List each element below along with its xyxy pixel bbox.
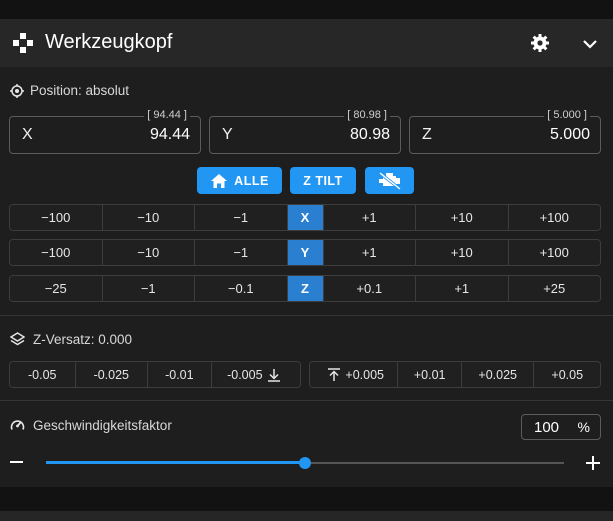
jog-x-minus-10[interactable]: −10 (102, 205, 195, 230)
jog-z-minus-25[interactable]: −25 (10, 276, 103, 301)
z-offset-plus-0-025[interactable]: +0.025 (461, 362, 535, 387)
jog-y-plus-1[interactable]: +1 (323, 240, 416, 265)
next-panel-edge (0, 511, 613, 521)
jog-z-plus-1[interactable]: +1 (416, 276, 509, 301)
x-requested: [ 94.44 ] (144, 109, 190, 121)
z-offset-minus-0-025[interactable]: -0.025 (75, 362, 149, 387)
jog-x-minus-1[interactable]: −1 (195, 205, 288, 230)
jog-y-plus-10[interactable]: +10 (416, 240, 509, 265)
jog-x-plus-100[interactable]: +100 (508, 205, 600, 230)
z-axis-label: Z (422, 126, 432, 143)
position-label: Position: absolut (10, 83, 129, 98)
home-all-label: ALLE (234, 173, 269, 188)
jog-x-axis: X (287, 205, 324, 230)
z-offset-plus-0-01[interactable]: +0.01 (398, 362, 462, 387)
jog-z-plus-0-1[interactable]: +0.1 (323, 276, 416, 301)
z-offset-minus-0-05[interactable]: -0.05 (10, 362, 76, 387)
decrease-speed-button[interactable] (10, 461, 23, 463)
z-requested: [ 5.000 ] (544, 109, 590, 121)
jog-y-plus-100[interactable]: +100 (508, 240, 600, 265)
speed-factor-unit: % (577, 419, 590, 435)
jog-z-minus-0-1[interactable]: −0.1 (195, 276, 288, 301)
jog-x-row: −100 −10 −1 X +1 +10 +100 (9, 204, 601, 231)
jog-z-axis: Z (287, 276, 324, 301)
jog-z-plus-25[interactable]: +25 (508, 276, 600, 301)
speedometer-icon (10, 420, 25, 430)
jog-z-row: −25 −1 −0.1 Z +0.1 +1 +25 (9, 275, 601, 302)
y-value: 80.98 (349, 126, 390, 143)
z-offset-minus-0-01[interactable]: -0.01 (148, 362, 212, 387)
home-icon (211, 173, 228, 188)
y-axis-label: Y (222, 126, 233, 143)
speed-factor-text: Geschwindigkeitsfaktor (33, 418, 172, 433)
jog-y-row: −100 −10 −1 Y +1 +10 +100 (9, 239, 601, 266)
jog-y-minus-10[interactable]: −10 (102, 240, 195, 265)
jog-y-minus-100[interactable]: −100 (10, 240, 103, 265)
gear-icon[interactable] (530, 33, 550, 53)
chevron-down-icon[interactable] (580, 34, 600, 54)
y-requested: [ 80.98 ] (344, 109, 390, 121)
z-offset-plus-0-005-label: +0.005 (345, 367, 384, 382)
speed-slider-thumb[interactable] (299, 457, 311, 469)
gamepad-dpad-icon (13, 33, 33, 53)
x-value: 94.44 (149, 126, 190, 143)
speed-slider-fill (46, 461, 305, 464)
jog-x-plus-10[interactable]: +10 (416, 205, 509, 230)
divider (0, 315, 613, 316)
toolhead-panel: Werkzeugkopf Position: absolut [94.44]… (0, 19, 613, 487)
motors-off-button[interactable] (365, 167, 414, 194)
jog-x-plus-1[interactable]: +1 (323, 205, 416, 230)
z-tilt-label: Z TILT (303, 173, 343, 188)
z-offset-plus-0-005[interactable]: +0.005 (310, 362, 399, 387)
arrow-down-to-line-icon (267, 368, 280, 382)
x-axis-label: X (22, 126, 33, 143)
arrow-up-from-line-icon (328, 367, 341, 381)
speed-factor-input[interactable]: 100 % (521, 414, 601, 440)
home-all-button[interactable]: ALLE (197, 167, 282, 194)
engine-off-icon (378, 171, 401, 190)
speed-factor-value: 100 (534, 419, 560, 436)
z-tilt-button[interactable]: Z TILT (290, 167, 356, 194)
increase-speed-button-vertical[interactable] (592, 456, 594, 470)
crosshair-icon (10, 83, 24, 98)
z-offset-up-group: +0.005 +0.01 +0.025 +0.05 (309, 361, 601, 388)
z-offset-plus-0-05[interactable]: +0.05 (534, 362, 600, 387)
z-offset-minus-0-005-label: -0.005 (227, 367, 263, 382)
position-label-text: Position: absolut (30, 83, 130, 98)
z-offset-text: Z-Versatz: 0.000 (33, 332, 133, 347)
jog-y-axis: Y (287, 240, 324, 265)
z-position-field[interactable]: [ 5.000 ] Z 5.000 (409, 109, 601, 154)
z-offset-label: Z-Versatz: 0.000 (10, 332, 132, 347)
jog-y-minus-1[interactable]: −1 (195, 240, 288, 265)
divider (0, 400, 613, 401)
jog-x-minus-100[interactable]: −100 (10, 205, 103, 230)
speed-factor-label: Geschwindigkeitsfaktor (10, 418, 172, 433)
layers-icon (10, 332, 25, 346)
jog-z-minus-1[interactable]: −1 (102, 276, 195, 301)
z-value: 5.000 (549, 126, 590, 143)
z-offset-minus-0-005[interactable]: -0.005 (211, 362, 300, 387)
panel-header: Werkzeugkopf (0, 19, 613, 67)
x-position-field[interactable]: [ 94.44 ] X 94.44 (9, 109, 201, 154)
y-position-field[interactable]: [ 80.98 ] Y 80.98 (209, 109, 401, 154)
z-offset-down-group: -0.05 -0.025 -0.01 -0.005 (9, 361, 301, 388)
panel-title: Werkzeugkopf (45, 31, 173, 53)
